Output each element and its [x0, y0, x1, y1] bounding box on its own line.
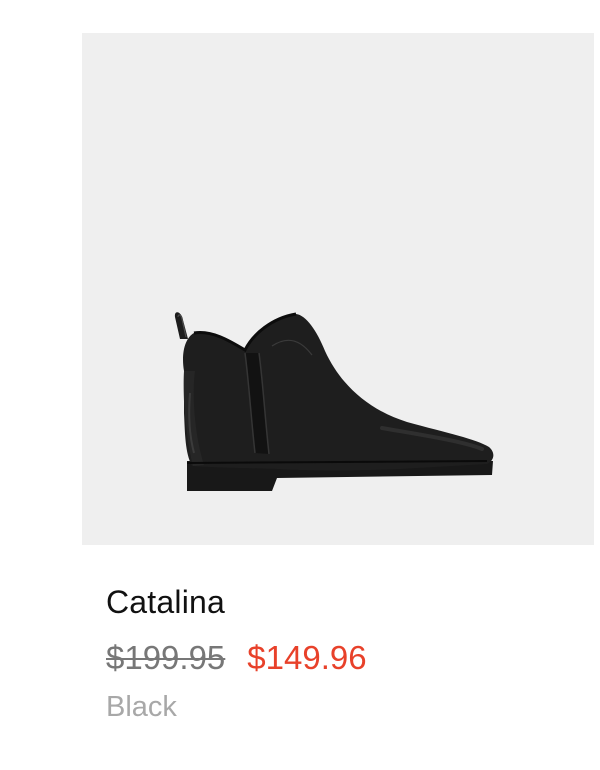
product-image[interactable]	[82, 33, 594, 545]
original-price: $199.95	[106, 639, 226, 676]
price-row: $199.95 $149.96	[106, 638, 367, 678]
color-label: Black	[106, 691, 177, 723]
product-name[interactable]: Catalina	[106, 583, 225, 621]
ankle-boot-image	[174, 312, 494, 491]
sale-price: $149.96	[247, 639, 367, 676]
product-card[interactable]: Catalina $199.95 $149.96 Black	[0, 0, 600, 770]
